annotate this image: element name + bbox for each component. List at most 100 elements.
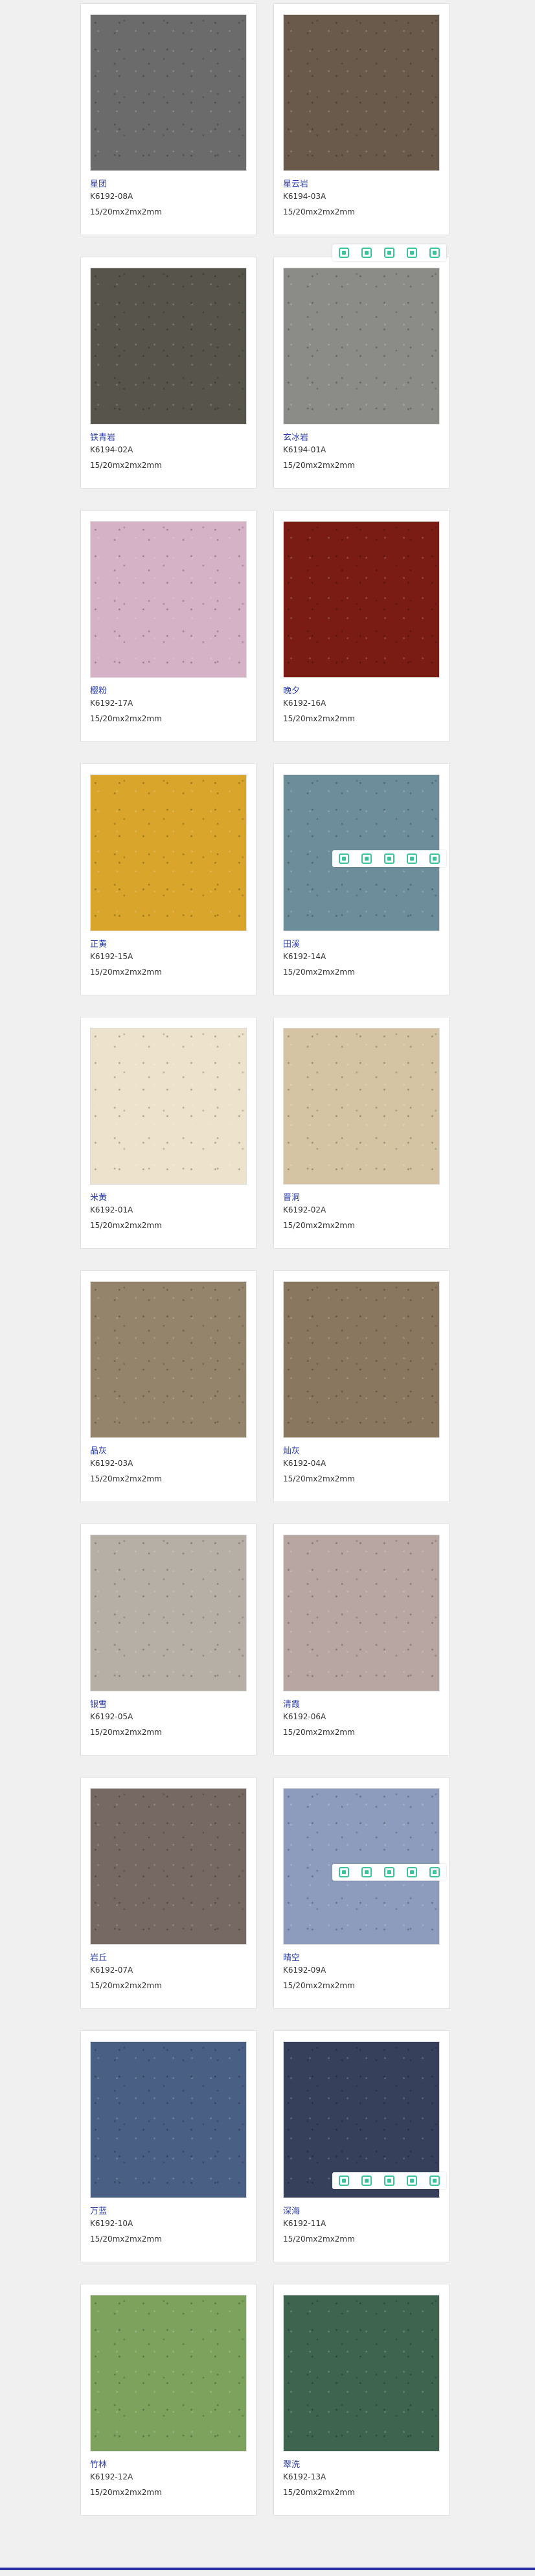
settings-icon[interactable] bbox=[429, 853, 440, 864]
product-card[interactable]: 玄冰岩 K6194-01A 15/20mx2mx2mm bbox=[273, 244, 450, 489]
product-swatch-image[interactable] bbox=[90, 2041, 247, 2198]
save-icon[interactable] bbox=[383, 1867, 394, 1877]
product-name[interactable]: 米黄 bbox=[90, 1190, 107, 1203]
product-card[interactable]: 米黄 K6192-01A 15/20mx2mx2mm bbox=[80, 1017, 256, 1249]
product-card[interactable]: 翠洗 K6192-13A 15/20mx2mx2mm bbox=[273, 2284, 450, 2516]
product-card[interactable]: 正黄 K6192-15A 15/20mx2mx2mm bbox=[80, 763, 256, 995]
product-name[interactable]: 晴空 bbox=[283, 1951, 300, 1963]
product-swatch-image[interactable] bbox=[90, 1788, 247, 1945]
settings-icon[interactable] bbox=[429, 1867, 440, 1877]
product-name[interactable]: 樱粉 bbox=[90, 684, 107, 696]
product-spec: 15/20mx2mx2mm bbox=[283, 461, 355, 470]
product-card[interactable]: 田溪 K6192-14A 15/20mx2mx2mm bbox=[273, 763, 450, 995]
product-spec: 15/20mx2mx2mm bbox=[283, 968, 355, 977]
swatch-texture bbox=[284, 522, 439, 677]
save-icon[interactable] bbox=[383, 853, 394, 864]
bookmark-icon[interactable] bbox=[338, 2176, 349, 2186]
product-name[interactable]: 深海 bbox=[283, 2204, 300, 2216]
expand-icon[interactable] bbox=[361, 853, 372, 864]
product-card[interactable]: 樱粉 K6192-17A 15/20mx2mx2mm bbox=[80, 510, 256, 742]
product-card[interactable]: 清霞 K6192-06A 15/20mx2mx2mm bbox=[273, 1524, 450, 1756]
settings-icon[interactable] bbox=[429, 248, 440, 258]
share-icon[interactable] bbox=[407, 248, 418, 258]
product-name[interactable]: 晶灰 bbox=[90, 1444, 107, 1456]
product-name[interactable]: 晚夕 bbox=[283, 684, 300, 696]
product-card[interactable]: 晋洞 K6192-02A 15/20mx2mx2mm bbox=[273, 1017, 450, 1249]
product-card[interactable]: 灿灰 K6192-04A 15/20mx2mx2mm bbox=[273, 1270, 450, 1502]
product-swatch-image[interactable] bbox=[283, 2295, 440, 2452]
product-name[interactable]: 万蓝 bbox=[90, 2204, 107, 2216]
product-card[interactable]: 铁青岩 K6194-02A 15/20mx2mx2mm bbox=[80, 257, 256, 489]
product-swatch-image[interactable] bbox=[90, 1281, 247, 1438]
product-code: K6192-09A bbox=[283, 1966, 326, 1975]
product-name[interactable]: 银雪 bbox=[90, 1697, 107, 1710]
product-name[interactable]: 田溪 bbox=[283, 937, 300, 949]
share-icon[interactable] bbox=[407, 1867, 418, 1877]
product-card[interactable]: 晶灰 K6192-03A 15/20mx2mx2mm bbox=[80, 1270, 256, 1502]
expand-icon[interactable] bbox=[361, 1867, 372, 1877]
product-card[interactable]: 星团 K6192-08A 15/20mx2mx2mm bbox=[80, 3, 256, 235]
product-name[interactable]: 翠洗 bbox=[283, 2457, 300, 2470]
product-swatch-image[interactable] bbox=[283, 1281, 440, 1438]
product-card[interactable]: 星云岩 K6194-03A 15/20mx2mx2mm bbox=[273, 3, 450, 235]
product-swatch-image[interactable] bbox=[90, 14, 247, 171]
product-name[interactable]: 正黄 bbox=[90, 937, 107, 949]
product-swatch-image[interactable] bbox=[283, 1535, 440, 1691]
bookmark-icon[interactable] bbox=[338, 248, 349, 258]
swatch-texture bbox=[91, 1789, 246, 1944]
product-swatch-image[interactable] bbox=[283, 1028, 440, 1185]
bookmark-icon[interactable] bbox=[338, 853, 349, 864]
product-code: K6192-16A bbox=[283, 699, 326, 708]
product-card[interactable]: 竹林 K6192-12A 15/20mx2mx2mm bbox=[80, 2284, 256, 2516]
product-name[interactable]: 岩丘 bbox=[90, 1951, 107, 1963]
product-spec: 15/20mx2mx2mm bbox=[90, 1474, 162, 1483]
product-code: K6194-01A bbox=[283, 445, 326, 454]
product-spec: 15/20mx2mx2mm bbox=[283, 1981, 355, 1990]
product-card[interactable]: 岩丘 K6192-07A 15/20mx2mx2mm bbox=[80, 1777, 256, 2009]
image-toolbar bbox=[332, 850, 446, 867]
footer-divider bbox=[0, 2568, 535, 2570]
product-spec: 15/20mx2mx2mm bbox=[283, 714, 355, 723]
product-name[interactable]: 灿灰 bbox=[283, 1444, 300, 1456]
product-name[interactable]: 清霞 bbox=[283, 1697, 300, 1710]
bookmark-icon[interactable] bbox=[338, 1867, 349, 1877]
product-name[interactable]: 竹林 bbox=[90, 2457, 107, 2470]
product-name[interactable]: 玄冰岩 bbox=[283, 430, 308, 443]
product-swatch-image[interactable] bbox=[90, 2295, 247, 2452]
product-swatch-image[interactable] bbox=[90, 1535, 247, 1691]
product-swatch-image[interactable] bbox=[283, 268, 440, 424]
product-spec: 15/20mx2mx2mm bbox=[90, 461, 162, 470]
share-icon[interactable] bbox=[407, 853, 418, 864]
product-code: K6192-12A bbox=[90, 2472, 133, 2481]
product-swatch-image[interactable] bbox=[90, 521, 247, 678]
swatch-texture bbox=[91, 15, 246, 170]
product-swatch-image[interactable] bbox=[283, 521, 440, 678]
product-name[interactable]: 晋洞 bbox=[283, 1190, 300, 1203]
product-spec: 15/20mx2mx2mm bbox=[90, 1221, 162, 1230]
product-spec: 15/20mx2mx2mm bbox=[283, 207, 355, 216]
product-name[interactable]: 星云岩 bbox=[283, 177, 308, 189]
swatch-texture bbox=[284, 1535, 439, 1691]
expand-icon[interactable] bbox=[361, 2176, 372, 2186]
product-swatch-image[interactable] bbox=[90, 1028, 247, 1185]
product-name[interactable]: 铁青岩 bbox=[90, 430, 115, 443]
product-card[interactable]: 银雪 K6192-05A 15/20mx2mx2mm bbox=[80, 1524, 256, 1756]
product-swatch-image[interactable] bbox=[283, 14, 440, 171]
product-spec: 15/20mx2mx2mm bbox=[90, 1728, 162, 1737]
product-name[interactable]: 星团 bbox=[90, 177, 107, 189]
product-swatch-image[interactable] bbox=[90, 774, 247, 931]
product-card[interactable]: 深海 K6192-11A 15/20mx2mx2mm bbox=[273, 2030, 450, 2262]
settings-icon[interactable] bbox=[429, 2176, 440, 2186]
swatch-texture bbox=[284, 1282, 439, 1437]
swatch-texture bbox=[91, 1282, 246, 1437]
product-swatch-image[interactable] bbox=[90, 268, 247, 424]
expand-icon[interactable] bbox=[361, 248, 372, 258]
swatch-texture bbox=[91, 2295, 246, 2451]
product-card[interactable]: 晚夕 K6192-16A 15/20mx2mx2mm bbox=[273, 510, 450, 742]
share-icon[interactable] bbox=[407, 2176, 418, 2186]
product-spec: 15/20mx2mx2mm bbox=[90, 968, 162, 977]
product-card[interactable]: 万蓝 K6192-10A 15/20mx2mx2mm bbox=[80, 2030, 256, 2262]
product-card[interactable]: 晴空 K6192-09A 15/20mx2mx2mm bbox=[273, 1777, 450, 2009]
save-icon[interactable] bbox=[383, 248, 394, 258]
save-icon[interactable] bbox=[383, 2176, 394, 2186]
